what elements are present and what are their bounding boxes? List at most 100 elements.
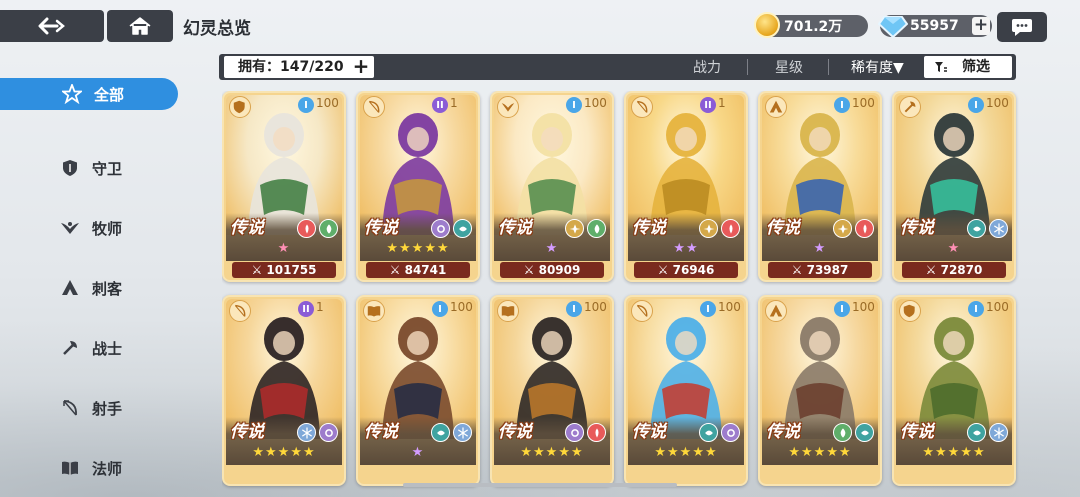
hero-card[interactable]: I 100 传说 ★★★★★: [624, 295, 748, 486]
generation-badge-icon: I: [432, 301, 448, 317]
rarity-label: 传说: [900, 218, 934, 238]
shield-icon: [899, 300, 921, 322]
combat-power-value: 73987: [806, 263, 849, 277]
sidebar-item-priest[interactable]: 牧师: [0, 198, 180, 258]
hero-card[interactable]: I 100 传说 ★ ⚔ 73987: [758, 91, 882, 282]
rarity-label: 传说: [230, 422, 264, 442]
sidebar-item-guard[interactable]: 守卫: [0, 138, 180, 198]
ice-element-icon: [989, 219, 1008, 238]
hero-card[interactable]: II 1 传说 ★★ ⚔ 76946: [624, 91, 748, 282]
filter-button[interactable]: 筛选: [924, 56, 1012, 78]
sidebar-item-label: 刺客: [92, 279, 123, 298]
hero-card[interactable]: I 100 传说 ★★★★★: [490, 295, 614, 486]
nature-element-icon: [319, 219, 338, 238]
hero-card[interactable]: I 100 传说 ★ ⚔ 101755: [222, 91, 346, 282]
chat-button[interactable]: [997, 12, 1047, 42]
element-badges: [297, 423, 338, 442]
back-button[interactable]: [0, 10, 104, 42]
hood-icon: [60, 278, 80, 298]
fire-element-icon: [297, 219, 316, 238]
void-element-icon: [565, 423, 584, 442]
hero-level: 1: [718, 96, 726, 110]
shield-icon: [229, 96, 251, 118]
hero-level: 100: [584, 300, 607, 314]
generation-badge-icon: I: [968, 97, 984, 113]
element-badges: [565, 219, 606, 238]
gem-icon: [878, 16, 908, 39]
sort-power-button[interactable]: 战力: [693, 57, 721, 77]
element-badges: [431, 219, 472, 238]
sort-rarity-button[interactable]: 稀有度▼: [851, 57, 904, 77]
hero-card[interactable]: I 100 传说 ★★★★★: [758, 295, 882, 486]
generation-badge-icon: I: [834, 301, 850, 317]
sidebar-item-mage[interactable]: 法师: [0, 438, 180, 497]
hero-card-grid: I 100 传说 ★ ⚔ 101755 II 1 传说 ★★★★★ ⚔ 84741 I 100 传说…: [222, 91, 1022, 497]
sort-star-button[interactable]: 星级: [775, 57, 803, 77]
combat-power: ⚔ 84741: [366, 262, 470, 278]
owned-count-box[interactable]: 拥有：147/220 +: [224, 56, 374, 78]
crossed-swords-icon: ⚔: [925, 263, 941, 277]
gold-amount: 701.2万: [784, 19, 843, 35]
rarity-label: 传说: [766, 218, 800, 238]
light-element-icon: [565, 219, 584, 238]
star-all-icon: [62, 84, 82, 104]
bow-icon: [60, 398, 80, 418]
hero-card[interactable]: I 100 传说 ★★★★★: [892, 295, 1016, 486]
water-element-icon: [855, 423, 874, 442]
sidebar-item-label: 法师: [92, 459, 123, 478]
hero-card[interactable]: I 100 传说 ★: [356, 295, 480, 486]
rarity-label: 传说: [364, 422, 398, 442]
bow-icon: [631, 300, 653, 322]
water-element-icon: [967, 219, 986, 238]
rarity-label: 传说: [766, 422, 800, 442]
hero-level: 100: [450, 300, 473, 314]
sidebar-item-archer[interactable]: 射手: [0, 378, 180, 438]
home-button[interactable]: [107, 10, 173, 42]
filter-icon: [935, 62, 947, 72]
hero-card[interactable]: II 1 传说 ★★★★★: [222, 295, 346, 486]
divider: [747, 59, 748, 75]
star-rating: ★★: [673, 241, 699, 256]
expand-icon[interactable]: +: [352, 56, 370, 76]
sidebar-item-warrior[interactable]: 战士: [0, 318, 180, 378]
star-rating: ★: [947, 241, 961, 256]
add-gems-button[interactable]: +: [972, 17, 990, 35]
hero-level: 100: [852, 96, 875, 110]
star-rating: ★: [277, 241, 291, 256]
bow-icon: [229, 300, 251, 322]
star-rating: ★★★★★: [654, 445, 718, 460]
hero-card[interactable]: I 100 传说 ★ ⚔ 72870: [892, 91, 1016, 282]
sidebar-item-all[interactable]: 全部: [0, 78, 178, 110]
axe-icon: [60, 338, 80, 358]
nature-element-icon: [833, 423, 852, 442]
generation-badge-icon: I: [566, 301, 582, 317]
sidebar-item-label: 守卫: [92, 159, 123, 178]
hero-level: 100: [986, 300, 1009, 314]
generation-badge-icon: II: [298, 301, 314, 317]
ice-element-icon: [453, 423, 472, 442]
void-element-icon: [319, 423, 338, 442]
ice-element-icon: [989, 423, 1008, 442]
generation-badge-icon: I: [968, 301, 984, 317]
light-element-icon: [833, 219, 852, 238]
sidebar-item-label: 全部: [94, 85, 125, 104]
filter-bar: 拥有：147/220 + 战力 星级 稀有度▼ 筛选: [219, 54, 1016, 80]
combat-power-value: 76946: [672, 263, 715, 277]
crossed-swords-icon: ⚔: [791, 263, 807, 277]
combat-power: ⚔ 73987: [768, 262, 872, 278]
fire-element-icon: [721, 219, 740, 238]
combat-power: ⚔ 76946: [634, 262, 738, 278]
scroll-indicator: [403, 483, 677, 487]
hero-card[interactable]: I 100 传说 ★ ⚔ 80909: [490, 91, 614, 282]
filter-label: 筛选: [962, 59, 990, 75]
sidebar-item-assassin[interactable]: 刺客: [0, 258, 180, 318]
gold-currency: 701.2万: [754, 12, 868, 38]
fire-element-icon: [855, 219, 874, 238]
book-icon: [497, 300, 519, 322]
combat-power: ⚔ 80909: [500, 262, 604, 278]
water-element-icon: [967, 423, 986, 442]
class-sidebar: 全部 守卫 牧师 刺客 战士 射手 法师: [0, 78, 180, 497]
top-bar: 幻灵总览 701.2万 55957 +: [0, 0, 1080, 48]
hero-card[interactable]: II 1 传说 ★★★★★ ⚔ 84741: [356, 91, 480, 282]
void-element-icon: [721, 423, 740, 442]
